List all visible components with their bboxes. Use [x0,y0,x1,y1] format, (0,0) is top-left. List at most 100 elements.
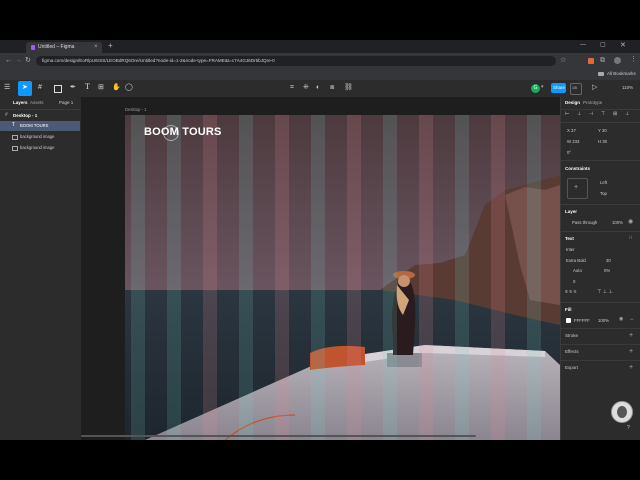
constraint-horizontal[interactable]: Left [600,180,607,185]
folder-icon [598,72,604,76]
tab-design[interactable]: Design [565,100,580,106]
hand-tool-icon[interactable]: ✋ [112,84,121,91]
browser-tab[interactable]: Untitled – Figma × [26,42,102,53]
text-align-icons[interactable]: ≡ ≡ ≡ [565,290,577,295]
fill-title: Fill [565,307,572,312]
layout-grid-column [131,115,145,440]
fill-remove-icon[interactable]: − [630,317,634,323]
back-icon[interactable]: ← [5,57,12,64]
frame-tool-icon[interactable]: # [38,84,42,91]
layout-grid-column [419,115,433,440]
horizontal-scrollbar[interactable] [81,435,476,437]
layout-grid-column [527,115,541,440]
frame-label[interactable]: Desktop - 1 [125,107,146,112]
canvas[interactable]: Desktop - 1 BOOM TOURS [81,97,560,440]
fill-hex[interactable]: FFFFFF [574,318,590,323]
tab-layers[interactable]: Layers [13,100,28,106]
link-icon[interactable]: ⛓ [344,84,353,91]
text-layer-icon: T [12,122,16,128]
rectangle-tool-icon[interactable] [54,85,62,93]
all-bookmarks-link[interactable]: All Bookmarks [607,71,636,77]
fill-opacity[interactable]: 100% [598,318,609,323]
main-menu-icon[interactable]: ☰ [4,84,10,91]
layer-background-image-1[interactable]: background image [20,134,54,139]
url-field[interactable]: figma.com/design/EoRlpU6rSS/LEOBdRQ6Ore/… [36,56,556,66]
window-close-icon[interactable]: ✕ [620,42,626,49]
visibility-eye-icon[interactable]: ◉ [628,219,633,225]
pen-tool-icon[interactable]: ✒ [70,84,76,91]
extensions-puzzle-icon[interactable]: ⧉ [600,57,605,64]
help-button[interactable]: ? [627,426,630,431]
x-field[interactable]: X 37 [567,128,576,133]
page-selector[interactable]: Page 1 [59,100,73,106]
tab-prototype[interactable]: Prototype [583,100,602,106]
browser-menu-icon[interactable]: ⋮ [630,56,637,63]
tab-close-icon[interactable]: × [94,44,98,50]
profile-icon[interactable] [614,57,621,64]
align-middle-icon[interactable]: ⊞ [613,112,617,117]
export-title: Export [565,365,579,370]
constraint-vertical[interactable]: Top [600,191,607,196]
text-tool-icon[interactable]: T [85,83,90,91]
mask-icon[interactable]: ◐ [316,84,320,91]
crop-icon[interactable]: ⌗ [290,84,294,91]
bookmark-star-icon[interactable]: ☆ [560,57,566,64]
present-icon[interactable]: ▷ [592,84,597,91]
align-top-icon[interactable]: ⊤ [601,112,605,117]
component-icon[interactable]: ⁜ [303,84,309,91]
share-button[interactable]: Share [551,83,566,93]
layer-background-image-2[interactable]: background image [20,145,54,150]
page-badge[interactable]: 1/5 [570,83,582,95]
add-effect-icon[interactable]: + [629,348,633,355]
letter-spacing[interactable]: 0% [604,268,610,273]
font-family[interactable]: Inter [566,247,575,252]
tab-assets[interactable]: Assets [30,100,44,106]
page-badge-label: 1/5 [572,86,577,90]
rotation-field[interactable]: 0° [567,150,571,155]
constraints-widget[interactable]: + [567,178,588,199]
line-height[interactable]: Auto [573,268,582,273]
align-bottom-icon[interactable]: ⊥ [625,112,629,117]
hero-title[interactable]: BOOM TOURS [144,127,222,138]
font-size[interactable]: 30 [606,258,611,263]
layer-opacity[interactable]: 100% [612,220,623,225]
paragraph-spacing[interactable]: 0 [573,279,575,284]
forward-icon[interactable]: → [15,57,22,64]
w-field[interactable]: W 233 [567,139,579,144]
cursor-icon: ➤ [22,84,28,91]
effects-title: Effects [565,349,579,354]
layout-grid-column [167,115,181,440]
font-weight[interactable]: Extra Bold [566,258,586,263]
zoom-level[interactable]: 110% [622,85,633,91]
extension-icon[interactable] [588,58,594,64]
user-avatar[interactable]: G [531,84,540,93]
layer-boom-tours[interactable]: BOOM TOURS [20,123,48,128]
fill-eye-icon[interactable]: ◉ [619,317,623,322]
h-field[interactable]: H 30 [598,139,607,144]
fill-swatch[interactable] [566,318,571,323]
resources-icon[interactable]: ⊞ [98,84,104,91]
avatar-chevron-icon[interactable]: ▾ [541,85,544,90]
move-tool-button[interactable]: ➤ [18,81,32,96]
window-minimize-icon[interactable]: — [580,42,586,48]
constraints-title: Constraints [565,166,591,171]
add-stroke-icon[interactable]: + [629,332,633,339]
reload-icon[interactable]: ↻ [25,57,31,64]
align-left-icon[interactable]: ⊢ [565,112,569,117]
align-center-icon[interactable]: ⊥ [577,112,581,117]
comment-tool-icon[interactable]: ◯ [125,84,133,91]
panel-divider [560,344,640,345]
text-settings-icon[interactable]: ⁝⁝ [629,236,632,241]
vertical-align-icons[interactable]: ⊤ ⊥ ⊥ [597,290,613,295]
new-tab-button[interactable]: + [108,42,113,50]
desktop-frame[interactable]: BOOM TOURS [125,115,560,440]
layer-desktop[interactable]: Desktop - 1 [13,113,37,119]
boolean-icon[interactable]: ⧈ [330,84,334,91]
align-right-icon[interactable]: ⊣ [589,112,593,117]
window-maximize-icon[interactable]: ▢ [600,42,606,48]
blend-mode[interactable]: Pass through [572,220,597,225]
add-export-icon[interactable]: + [629,364,633,371]
figma-favicon-icon [31,45,35,50]
panel-divider [560,160,640,161]
y-field[interactable]: Y 30 [598,128,607,133]
